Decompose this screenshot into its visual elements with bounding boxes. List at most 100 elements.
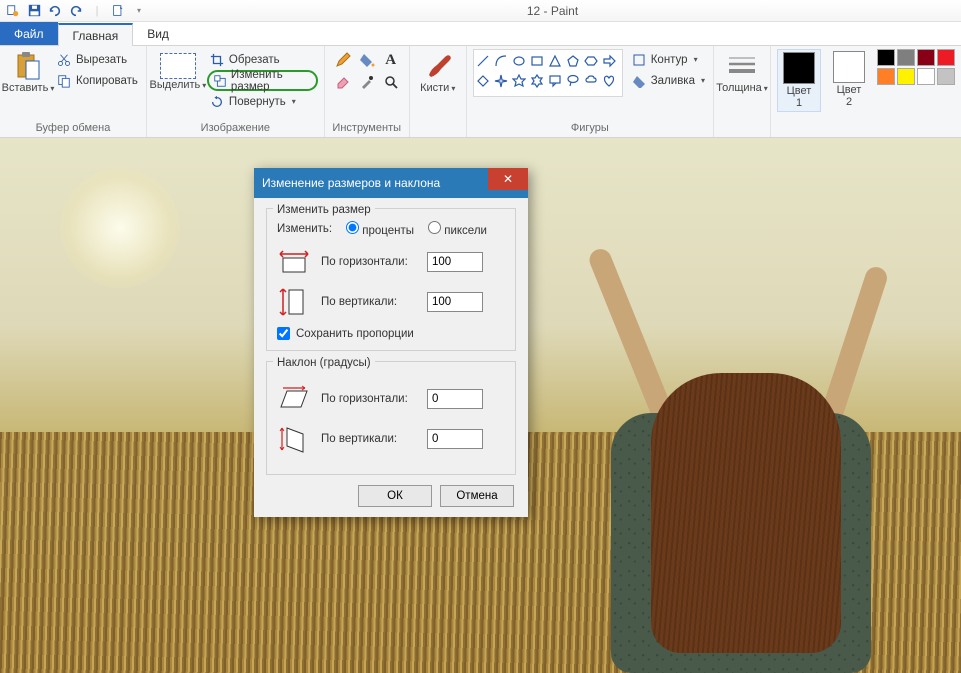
shape-oval-icon[interactable] [512,52,527,70]
resize-button[interactable]: Изменить размер [207,70,318,91]
palette-swatch[interactable] [917,68,935,85]
skew-horizontal-input[interactable] [427,389,483,409]
radio-percent-input[interactable] [346,221,359,234]
customize-qat-icon[interactable] [109,2,127,20]
shape-cloud-icon[interactable] [584,72,599,90]
vertical-label: По вертикали: [321,296,417,309]
keep-aspect-label: Сохранить пропорции [296,328,414,340]
shape-triangle-icon[interactable] [548,52,563,70]
skew-vertical-input[interactable] [427,429,483,449]
shape-star6-icon[interactable] [530,72,545,90]
keep-aspect-checkbox[interactable] [277,327,290,340]
thickness-button[interactable]: Толщина▾ [720,49,764,97]
ribbon: Вставить▾ Вырезать Копировать Буфер обме… [0,46,961,138]
skew-horizontal-icon [277,384,311,414]
select-button[interactable]: Выделить▾ [153,49,203,96]
ok-button[interactable]: ОК [358,485,432,507]
shape-fill-button[interactable]: Заливка▾ [629,70,707,91]
qat-dropdown-icon[interactable]: ▾ [130,2,148,20]
chevron-down-icon: ▾ [694,55,698,64]
shapes-gallery[interactable] [473,49,623,97]
color1-button[interactable]: Цвет 1 [777,49,821,112]
fill-tool[interactable] [355,49,379,71]
outline-label: Контур [651,54,688,66]
shape-curve-icon[interactable] [494,52,509,70]
by-label: Изменить: [277,223,332,235]
shape-diamond-icon[interactable] [476,72,491,90]
resize-vertical-input[interactable] [427,292,483,312]
tab-file[interactable]: Файл [0,22,58,45]
undo-icon[interactable] [46,2,64,20]
window-title: 12 - Paint [148,4,957,18]
paint-icon [4,2,22,20]
tab-view[interactable]: Вид [133,22,183,45]
copy-button[interactable]: Копировать [54,70,140,91]
palette-swatch[interactable] [937,49,955,66]
resize-fieldset: Изменить размер Изменить: проценты пиксе… [266,208,516,351]
group-brushes: Кисти▾ [410,46,467,137]
palette-swatch[interactable] [897,49,915,66]
paste-button[interactable]: Вставить▾ [6,49,50,97]
thickness-label: Толщина [716,82,762,94]
shape-star4-icon[interactable] [494,72,509,90]
group-tools-label: Инструменты [331,120,403,137]
eraser-tool[interactable] [331,71,355,93]
brush-icon [423,51,453,81]
group-thickness: Толщина▾ [714,46,771,137]
canvas-image-content [60,168,180,288]
pencil-tool[interactable] [331,49,355,71]
redo-icon[interactable] [67,2,85,20]
shape-rect-icon[interactable] [530,52,545,70]
select-rectangle-icon [160,53,196,79]
rotate-button[interactable]: Повернуть▾ [207,91,318,112]
title-bar: | ▾ 12 - Paint [0,0,961,22]
fill-icon [631,73,647,89]
palette-swatch[interactable] [937,68,955,85]
palette-swatch[interactable] [877,68,895,85]
color2-button[interactable]: Цвет 2 [827,49,871,110]
shape-star5-icon[interactable] [512,72,527,90]
palette-swatch[interactable] [897,68,915,85]
resize-skew-dialog: Изменение размеров и наклона ✕ Изменить … [254,168,528,517]
copy-label: Копировать [76,75,138,87]
palette-swatch[interactable] [877,49,895,66]
shape-callout-rect-icon[interactable] [548,72,563,90]
spacer [416,120,460,137]
palette-swatch[interactable] [917,49,935,66]
group-shapes-label: Фигуры [473,120,707,137]
magnifier-tool[interactable] [379,71,403,93]
resize-horizontal-input[interactable] [427,252,483,272]
crop-button[interactable]: Обрезать [207,49,318,70]
chevron-down-icon: ▾ [764,84,768,93]
cut-button[interactable]: Вырезать [54,49,140,70]
group-tools: A Инструменты [325,46,410,137]
radio-percent[interactable]: проценты [346,221,414,237]
save-icon[interactable] [25,2,43,20]
text-tool[interactable]: A [379,49,403,71]
dialog-close-button[interactable]: ✕ [488,168,528,190]
cancel-button[interactable]: Отмена [440,485,514,507]
tab-home[interactable]: Главная [58,23,134,46]
shape-outline-button[interactable]: Контур ▾ [629,49,707,70]
shape-arrow-right-icon[interactable] [602,52,617,70]
dialog-title: Изменение размеров и наклона [262,176,440,190]
paste-icon [13,51,43,81]
brushes-label: Кисти [420,82,449,94]
radio-pixels-input[interactable] [428,221,441,234]
shape-pentagon-icon[interactable] [566,52,581,70]
chevron-down-icon: ▾ [202,81,206,90]
shape-heart-icon[interactable] [602,72,617,90]
shape-callout-oval-icon[interactable] [566,72,581,90]
resize-legend: Изменить размер [273,204,375,216]
radio-pixels[interactable]: пиксели [428,221,487,237]
crop-label: Обрезать [229,54,280,66]
shape-hexagon-icon[interactable] [584,52,599,70]
dialog-titlebar[interactable]: Изменение размеров и наклона ✕ [254,168,528,198]
thickness-icon [727,51,757,81]
pixels-label: пиксели [444,225,487,237]
picker-tool[interactable] [355,71,379,93]
group-colors: Цвет 1 Цвет 2 [771,46,961,137]
paste-label: Вставить [2,82,49,94]
brushes-button[interactable]: Кисти▾ [416,49,460,97]
shape-line-icon[interactable] [476,52,491,70]
